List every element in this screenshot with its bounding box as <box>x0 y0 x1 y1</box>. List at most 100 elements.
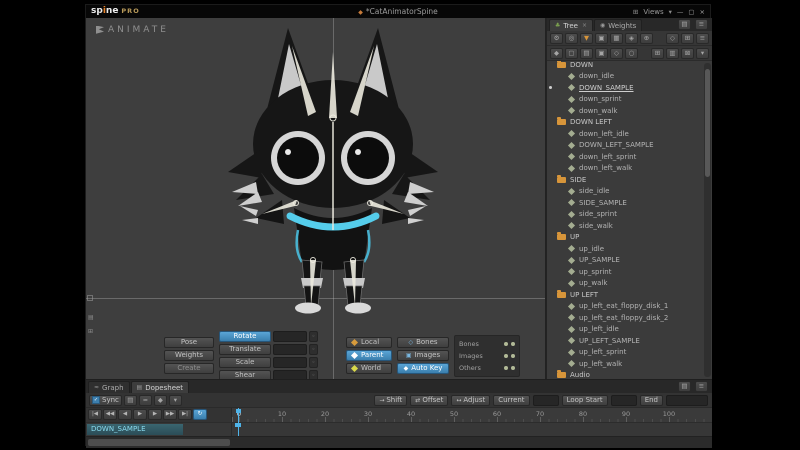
tree-filter-icon[interactable]: ▼ <box>580 32 593 44</box>
prev-frame-button[interactable]: ◀ <box>118 409 132 420</box>
timeline-ruler[interactable]: 0 10 20 30 40 50 60 70 80 90 100 <box>231 408 712 422</box>
auto-key-button[interactable]: ◆ Auto Key <box>397 363 449 374</box>
playhead-handle[interactable] <box>236 409 241 413</box>
play-button[interactable]: ▶ <box>133 409 147 420</box>
next-frame-button[interactable]: ▶ <box>148 409 162 420</box>
tree-item-side-sprint[interactable]: side_sprint <box>547 209 712 221</box>
shear-button[interactable]: Shear <box>219 370 271 379</box>
tree-item-up-sprint[interactable]: up_sprint <box>547 266 712 278</box>
end-button[interactable]: End <box>639 395 663 406</box>
tree-settings-icon[interactable]: ⚙ <box>550 32 563 44</box>
tab-weights[interactable]: ◉ Weights <box>594 19 643 31</box>
delete-icon[interactable]: ⊠ <box>681 47 694 59</box>
scale-compensate-icon[interactable]: ◦ <box>309 357 318 368</box>
filter-skins-icon[interactable]: ▤ <box>580 47 593 59</box>
views-menu[interactable]: Views <box>643 8 663 16</box>
scale-value-field[interactable] <box>273 357 307 368</box>
viewport-options-icon[interactable]: ▤ <box>88 314 94 321</box>
maximize-button[interactable]: ▢ <box>688 8 694 16</box>
tree-item-audio[interactable]: Audio <box>547 370 712 379</box>
translate-button[interactable]: Translate <box>219 344 271 355</box>
tree-pose-icon[interactable]: ◈ <box>625 32 638 44</box>
tree-item-up-left-walk[interactable]: up_left_walk <box>547 358 712 370</box>
tree-expand-all-icon[interactable]: ⊞ <box>681 32 694 44</box>
shift-button[interactable]: → Shift <box>374 395 408 406</box>
views-grid-icon[interactable]: ⊞ <box>633 8 638 16</box>
panel-menu-icon[interactable]: ≡ <box>695 19 708 30</box>
bones-button[interactable]: ◇ Bones <box>397 337 449 348</box>
images-visibility-dot-2[interactable] <box>511 354 515 358</box>
local-axes-button[interactable]: Local <box>346 337 392 348</box>
tree-item-down-left-sprint[interactable]: down_left_sprint <box>547 151 712 163</box>
loop-start-button[interactable]: Loop Start <box>561 395 608 406</box>
bones-visibility-dot[interactable] <box>504 342 508 346</box>
rotate-compensate-icon[interactable]: ◦ <box>309 331 318 342</box>
end-frame-field[interactable] <box>666 395 708 406</box>
panel-layout-icon[interactable]: ▤ <box>678 19 691 30</box>
curve-filter-icon[interactable]: ≈ <box>138 394 152 406</box>
tree-grid-icon[interactable]: ▦ <box>610 32 623 44</box>
tree-item-down-idle[interactable]: down_idle <box>547 71 712 83</box>
shear-compensate-icon[interactable]: ◦ <box>309 370 318 379</box>
weights-button[interactable]: Weights <box>164 350 214 361</box>
next-keyframe-button[interactable]: ▶▶ <box>163 409 177 420</box>
tree-item-side-sample[interactable]: SIDE_SAMPLE <box>547 197 712 209</box>
images-button[interactable]: ▣ Images <box>397 350 449 361</box>
first-frame-button[interactable]: |◀ <box>88 409 102 420</box>
tree-item-up-left-eat-floppy-disk-2[interactable]: up_left_eat_floppy_disk_2 <box>547 312 712 324</box>
tree-item-up-left-sample[interactable]: UP_LEFT_SAMPLE <box>547 335 712 347</box>
tree-item-down-left-walk[interactable]: down_left_walk <box>547 163 712 175</box>
scale-button[interactable]: Scale <box>219 357 271 368</box>
tree-item-side-walk[interactable]: side_walk <box>547 220 712 232</box>
current-frame-field[interactable] <box>532 395 559 406</box>
viewport[interactable]: ANIMATE ▤ ⊞ Pose Weights Create Rotate ◦… <box>86 18 546 379</box>
bones-visibility-dot-2[interactable] <box>511 342 515 346</box>
tree-menu-icon[interactable]: ≡ <box>696 32 709 44</box>
parent-axes-button[interactable]: Parent <box>346 350 392 361</box>
sync-button[interactable]: ✓ Sync <box>89 394 122 406</box>
tree-more-icon[interactable]: ▾ <box>696 47 709 59</box>
cat-character[interactable] <box>198 22 468 314</box>
viewport-axes-icon[interactable]: ⊞ <box>88 328 93 335</box>
loop-button[interactable]: ↻ <box>193 409 207 420</box>
tree-compensate-icon[interactable]: ⊕ <box>640 32 653 44</box>
tree-item-down-left[interactable]: DOWN LEFT <box>547 117 712 129</box>
tree-ghost-icon[interactable]: ▣ <box>595 32 608 44</box>
tree-item-down[interactable]: DOWN <box>547 61 712 71</box>
create-button[interactable]: Create <box>164 363 214 374</box>
tab-close-icon[interactable]: × <box>582 22 587 29</box>
tree-zoom-icon[interactable]: ◎ <box>565 32 578 44</box>
tree-item-up-sample[interactable]: UP_SAMPLE <box>547 255 712 267</box>
tree-pin-icon[interactable]: ◇ <box>666 32 679 44</box>
tree-item-up-idle[interactable]: up_idle <box>547 243 712 255</box>
tree-item-down-walk[interactable]: down_walk <box>547 105 712 117</box>
last-frame-button[interactable]: ▶| <box>178 409 192 420</box>
tree-item-up-left-eat-floppy-disk-1[interactable]: up_left_eat_floppy_disk_1 <box>547 301 712 313</box>
tab-tree[interactable]: ♣ Tree × <box>549 19 594 31</box>
filter-bones-icon[interactable]: ◆ <box>550 47 563 59</box>
offset-button[interactable]: ⇄ Offset <box>410 395 449 406</box>
translate-value-field[interactable] <box>273 344 307 355</box>
key-filter-icon[interactable]: ◆ <box>153 394 167 406</box>
tree-item-down-sample[interactable]: DOWN_SAMPLE <box>547 82 712 94</box>
dopesheet-menu-icon[interactable]: ≡ <box>695 381 708 392</box>
tree-item-up-walk[interactable]: up_walk <box>547 278 712 290</box>
close-button[interactable]: × <box>700 8 705 16</box>
prev-keyframe-button[interactable]: ◀◀ <box>103 409 117 420</box>
minimize-button[interactable]: — <box>677 8 684 16</box>
timeline-scrollbar-thumb[interactable] <box>88 439 230 446</box>
new-setup-icon[interactable]: ⊞ <box>651 47 664 59</box>
collapse-icon[interactable]: ▾ <box>168 394 182 406</box>
rotate-value-field[interactable] <box>273 331 307 342</box>
dopesheet-layout-icon[interactable]: ▤ <box>678 381 691 392</box>
shear-value-field[interactable] <box>273 370 307 379</box>
others-visibility-dot[interactable] <box>504 366 508 370</box>
timeline-scrollbar[interactable] <box>86 436 712 448</box>
tree-item-down-left-sample[interactable]: DOWN_LEFT_SAMPLE <box>547 140 712 152</box>
duplicate-icon[interactable]: ▥ <box>666 47 679 59</box>
tab-graph[interactable]: ≈ Graph <box>88 381 130 393</box>
tree-item-up-left-idle[interactable]: up_left_idle <box>547 324 712 336</box>
tree-item-down-left-idle[interactable]: down_left_idle <box>547 128 712 140</box>
filter-images-icon[interactable]: ▣ <box>595 47 608 59</box>
adjust-button[interactable]: ↔ Adjust <box>451 395 491 406</box>
